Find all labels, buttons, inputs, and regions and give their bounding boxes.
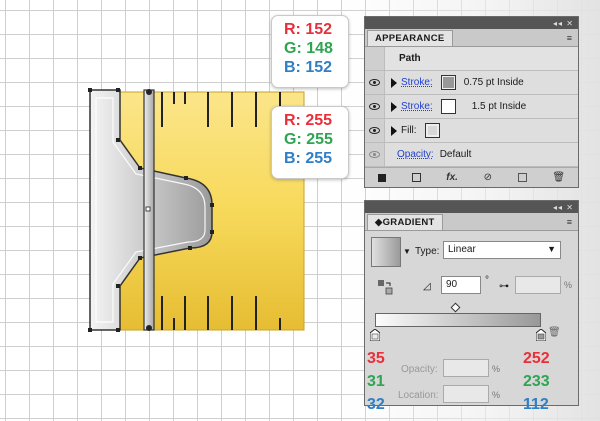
white-color-callout: R: 255 G: 255 B: 255 [271, 106, 349, 179]
stroke-swatch[interactable] [440, 75, 456, 90]
stroke-link[interactable]: Stroke: [401, 77, 433, 88]
stroke-row-1[interactable]: Stroke: 0.75 pt Inside [365, 71, 578, 95]
delete-stop-icon[interactable]: 🗑 [548, 327, 561, 340]
type-value: Linear [448, 244, 476, 255]
stroke-swatch[interactable] [440, 99, 456, 114]
collapse-close-icon[interactable]: ◂◂ ✕ [553, 19, 574, 28]
panel-window-controls[interactable]: ◂◂ ✕ [365, 201, 578, 213]
callout-red-value: R: 255 [284, 112, 333, 129]
stroke-color-callout: R: 152 G: 148 B: 152 [271, 15, 349, 88]
panel-menu-icon[interactable]: ≡ [567, 217, 572, 227]
gradient-preview-swatch[interactable] [371, 237, 401, 267]
gradient-slider[interactable] [375, 313, 541, 327]
gradient-type-select[interactable]: Linear ▼ [443, 241, 561, 259]
opacity-value: Default [439, 149, 472, 160]
gradient-body: ▼ Type: Linear ▼ ◿ 90 ° ⊶ % 🗑 35 31 32 O… [365, 231, 578, 421]
appearance-footer: fx. ⊘ 🗑 [365, 167, 578, 187]
tab-gradient[interactable]: ◆GRADIENT [367, 214, 443, 230]
stop-opacity-input [443, 359, 489, 377]
duplicate-icon[interactable] [517, 173, 527, 182]
visibility-eye-icon[interactable] [365, 71, 385, 94]
visibility-eye-icon[interactable] [365, 143, 385, 166]
stop-location-input [443, 385, 489, 403]
percent-sign: % [564, 280, 573, 290]
gradient-stop-right[interactable] [536, 329, 546, 341]
path-header-row: Path [365, 47, 578, 71]
path-label: Path [399, 53, 421, 64]
opacity-link[interactable]: Opacity: [397, 149, 434, 160]
clear-appearance-icon[interactable] [411, 173, 421, 182]
fx-icon[interactable]: fx. [446, 172, 458, 183]
expand-triangle-icon[interactable] [391, 125, 397, 136]
stroke-link[interactable]: Stroke: [401, 101, 433, 112]
appearance-panel: ◂◂ ✕ APPEARANCE ≡ Path Stroke: 0.75 pt I… [364, 16, 579, 188]
panel-window-controls[interactable]: ◂◂ ✕ [365, 17, 578, 29]
right-stop-green: 233 [523, 373, 550, 390]
fill-swatch[interactable] [424, 123, 440, 138]
midpoint-diamond[interactable] [450, 302, 461, 313]
gradient-panel: ◂◂ ✕ ◆GRADIENT ≡ ▼ Type: Linear ▼ ◿ 90 °… [364, 200, 579, 413]
aspect-ratio-icon: ⊶ [499, 281, 509, 292]
angle-input[interactable]: 90 [441, 276, 481, 294]
reverse-gradient-icon[interactable] [377, 279, 393, 295]
panel-menu-icon[interactable]: ≡ [567, 33, 572, 43]
appearance-tabbar: APPEARANCE ≡ [365, 29, 578, 47]
tab-appearance[interactable]: APPEARANCE [367, 30, 453, 46]
collapse-close-icon[interactable]: ◂◂ ✕ [553, 203, 574, 212]
path-thumbnail [365, 47, 385, 70]
location-label: Location: [398, 390, 439, 401]
visibility-eye-icon[interactable] [365, 119, 385, 142]
callout-red-value: R: 152 [284, 21, 333, 38]
degree-symbol: ° [485, 275, 489, 286]
chevron-down-icon: ▼ [547, 244, 556, 254]
left-stop-blue: 32 [367, 396, 385, 413]
expand-triangle-icon[interactable] [391, 77, 397, 88]
callout-green-value: G: 255 [284, 131, 333, 148]
stroke-row-2[interactable]: Stroke: 1.5 pt Inside [365, 95, 578, 119]
gradient-tabbar: ◆GRADIENT ≡ [365, 213, 578, 231]
gradient-stop-left[interactable] [370, 329, 380, 341]
fill-label: Fill: [401, 125, 417, 136]
opacity-row[interactable]: Opacity: Default [365, 143, 578, 167]
no-entry-icon[interactable]: ⊘ [484, 172, 492, 183]
angle-icon: ◿ [423, 281, 431, 292]
fill-row[interactable]: Fill: [365, 119, 578, 143]
aspect-ratio-input [515, 276, 561, 294]
right-stop-red: 252 [523, 350, 550, 367]
left-stop-red: 35 [367, 350, 385, 367]
stroke-weight-value: 1.5 pt Inside [471, 101, 527, 112]
percent-sign: % [492, 364, 501, 374]
tab-gradient-label: GRADIENT [382, 217, 435, 228]
callout-blue-value: B: 255 [284, 150, 333, 167]
new-art-icon[interactable] [377, 173, 386, 182]
visibility-eye-icon[interactable] [365, 95, 385, 118]
stroke-weight-value: 0.75 pt Inside [463, 77, 524, 88]
callout-blue-value: B: 152 [284, 59, 333, 76]
opacity-label: Opacity: [401, 364, 438, 375]
left-stop-green: 31 [367, 373, 385, 390]
expand-triangle-icon[interactable] [391, 101, 397, 112]
right-stop-blue: 112 [523, 396, 549, 413]
type-label: Type: [415, 246, 440, 257]
percent-sign: % [492, 390, 501, 400]
gradient-preset-dropdown-icon[interactable]: ▼ [403, 247, 411, 256]
trash-icon[interactable]: 🗑 [552, 172, 565, 183]
callout-green-value: G: 148 [284, 40, 333, 57]
